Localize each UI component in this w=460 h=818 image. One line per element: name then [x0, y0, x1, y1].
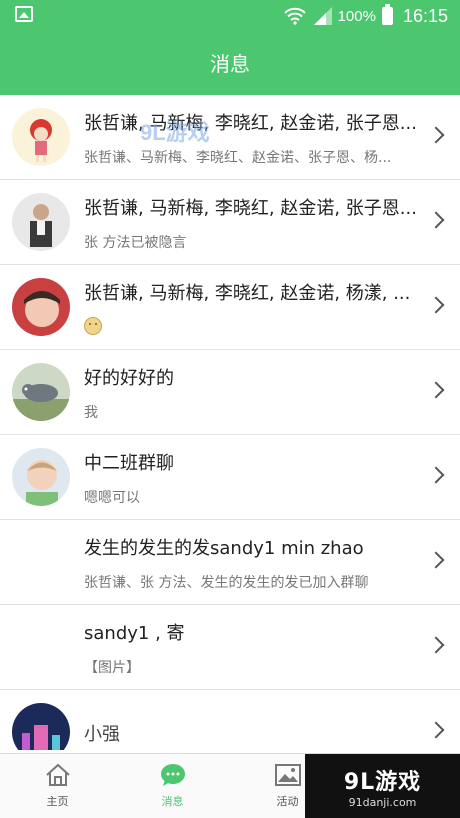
- conversation-item[interactable]: 张哲谦, 马新梅, 李晓红, 赵金诺, 杨漾, ...: [0, 265, 460, 350]
- avatar: [12, 703, 70, 750]
- conversation-name: 发生的发生的发sandy1 min zhao: [84, 538, 364, 559]
- tab-messages-label: 消息: [161, 795, 184, 808]
- conversation-preview: [84, 317, 419, 335]
- chevron-right-icon: [427, 721, 445, 739]
- conversation-item[interactable]: sandy1 , 寄 【图片】: [0, 605, 460, 690]
- avatar: [12, 363, 70, 421]
- conversation-item[interactable]: 中二班群聊 嗯嗯可以: [0, 435, 460, 520]
- page-title: 消息: [210, 52, 250, 76]
- conversation-name: 张哲谦, 马新梅, 李晓红, 赵金诺, 张子恩...: [84, 198, 417, 219]
- conversation-preview: 我: [84, 405, 98, 421]
- tab-messages[interactable]: 消息: [115, 754, 230, 818]
- watermark-overlay: 9L游戏: [140, 120, 210, 145]
- signal-icon: [313, 7, 332, 25]
- conversation-item[interactable]: 张哲谦, 马新梅, 李晓红, 赵金诺, 张子恩... 张哲谦、马新梅、李晓红、赵…: [0, 95, 460, 180]
- avatar: [12, 193, 70, 251]
- chevron-right-icon: [427, 381, 445, 399]
- conversation-preview: 张哲谦、马新梅、李晓红、赵金诺、张子恩、杨...: [84, 150, 392, 166]
- conversation-preview: 张哲谦、张 方法、发生的发生的发已加入群聊: [84, 575, 369, 591]
- conversation-name: 张哲谦, 马新梅, 李晓红, 赵金诺, 张子恩...: [84, 113, 417, 134]
- avatar: [12, 448, 70, 506]
- clock: 16:15: [402, 5, 448, 26]
- watermark-logo-text: 9L游戏: [343, 769, 422, 795]
- conversation-name: 好的好好的: [84, 368, 174, 389]
- status-bar: 100% 16:15: [0, 0, 460, 32]
- gallery-notification-icon: [15, 6, 33, 22]
- battery-icon: [381, 4, 393, 25]
- watermark-site: 91danji.com: [348, 795, 417, 809]
- tab-home-label: 主页: [46, 795, 69, 808]
- conversation-item[interactable]: 小强: [0, 690, 460, 750]
- conversation-preview: 嗯嗯可以: [84, 490, 140, 506]
- tab-activities-label: 活动: [276, 795, 299, 808]
- chevron-right-icon: [427, 126, 445, 144]
- conversation-name: 中二班群聊: [84, 453, 174, 474]
- chevron-right-icon: [427, 466, 445, 484]
- tab-home[interactable]: 主页: [0, 754, 115, 818]
- smiley-emoji-icon: [84, 317, 102, 335]
- chevron-right-icon: [427, 551, 445, 569]
- home-icon: [45, 763, 70, 786]
- conversation-name: 张哲谦, 马新梅, 李晓红, 赵金诺, 杨漾, ...: [84, 283, 411, 304]
- conversation-name: 小强: [84, 724, 120, 745]
- avatar: [12, 108, 70, 166]
- avatar: [12, 278, 70, 336]
- watermark-logo: 9L游戏 91danji.com: [305, 754, 460, 818]
- image-icon: [274, 764, 301, 786]
- conversation-item[interactable]: 张哲谦, 马新梅, 李晓红, 赵金诺, 张子恩... 张 方法已被隐言: [0, 180, 460, 265]
- conversation-preview: 张 方法已被隐言: [84, 235, 187, 251]
- chevron-right-icon: [427, 296, 445, 314]
- chat-icon: [160, 764, 185, 786]
- conversation-item[interactable]: 发生的发生的发sandy1 min zhao 张哲谦、张 方法、发生的发生的发已…: [0, 520, 460, 605]
- conversation-list[interactable]: 张哲谦, 马新梅, 李晓红, 赵金诺, 张子恩... 张哲谦、马新梅、李晓红、赵…: [0, 95, 460, 750]
- chevron-right-icon: [427, 636, 445, 654]
- conversation-preview: 【图片】: [84, 660, 140, 676]
- app-header: 100% 16:15 消息: [0, 0, 460, 95]
- battery-percent: 100%: [337, 7, 376, 25]
- conversation-name: sandy1 , 寄: [84, 623, 185, 644]
- chevron-right-icon: [427, 211, 445, 229]
- wifi-icon: [283, 7, 306, 25]
- conversation-item[interactable]: 好的好好的 我: [0, 350, 460, 435]
